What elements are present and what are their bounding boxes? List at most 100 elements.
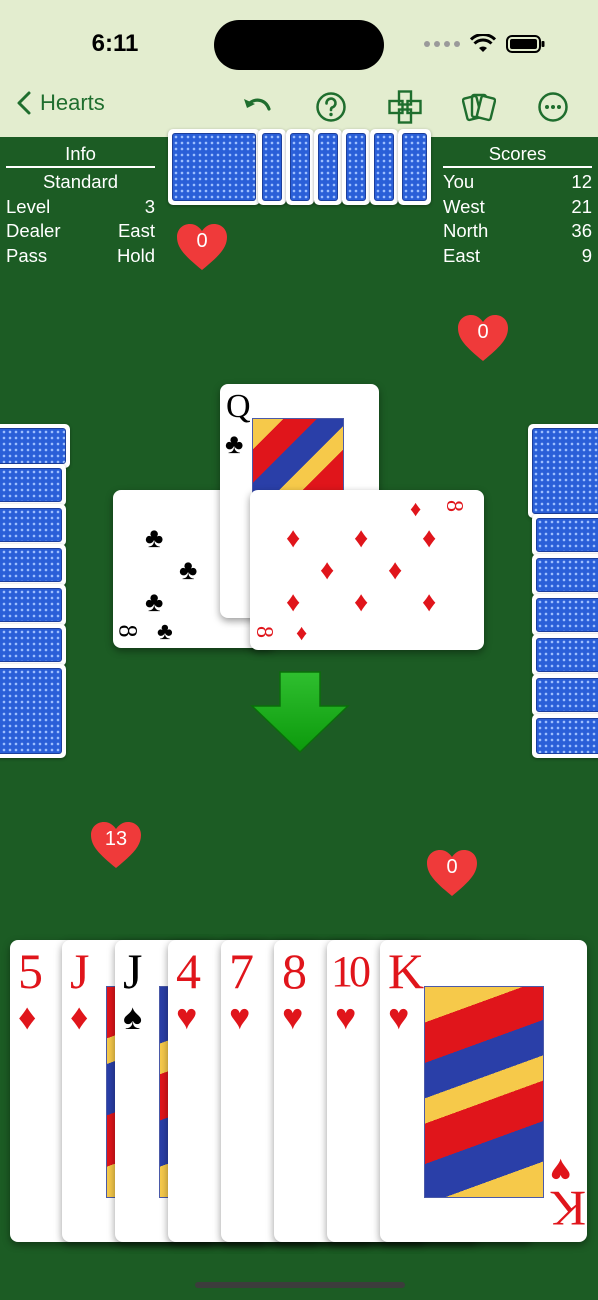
back-label: Hearts: [40, 90, 105, 115]
card-back: [258, 129, 286, 205]
card-rank: 8: [251, 626, 277, 638]
heart-count: 0: [196, 230, 208, 252]
game-mode: Standard: [42, 171, 119, 192]
cards-button[interactable]: [462, 90, 496, 124]
south-heart-counter: 0: [425, 848, 479, 898]
card-suit: ♣: [225, 428, 244, 459]
card-suit: ♦: [70, 996, 89, 1037]
player-score: 12: [571, 171, 592, 193]
east-hand: [528, 424, 598, 758]
info-value: Hold: [116, 244, 155, 266]
card-back: [0, 464, 66, 506]
card-back: [370, 129, 398, 205]
ellipsis-circle-icon: [538, 92, 568, 122]
card-back: [314, 129, 342, 205]
west-heart-counter: 13: [89, 820, 143, 870]
card-back: [0, 624, 66, 666]
heart-count: 0: [446, 856, 458, 878]
king-portrait: [424, 986, 544, 1198]
card-back: [168, 129, 260, 205]
card-rank: K: [388, 943, 425, 999]
player-score: 9: [581, 244, 592, 266]
player-name: East: [443, 244, 481, 266]
card-suit: ♥: [282, 996, 304, 1037]
chevron-left-icon: [17, 91, 31, 115]
info-row-level: Level 3: [6, 195, 155, 220]
heart-count: 0: [477, 321, 489, 343]
player-name: West: [443, 195, 485, 217]
suit-pip: ♣: [145, 522, 164, 553]
home-indicator: [195, 1282, 405, 1288]
heart-count: 13: [104, 828, 128, 850]
score-row-west: West 21: [443, 195, 592, 220]
info-row-dealer: Dealer East: [6, 219, 155, 244]
turn-arrow-icon: [250, 671, 350, 754]
card-suit: ♥: [335, 996, 357, 1037]
info-value: 3: [144, 195, 155, 217]
undo-icon: [244, 98, 271, 111]
card-rank: 8: [282, 943, 307, 999]
navigation-bar: 6:11 Hearts: [0, 0, 598, 137]
trick-card-east: ♦ ♦ ♦ ♦ ♦ ♦ ♦ ♦ 8 ♦ ♦ 8: [250, 490, 484, 650]
more-button[interactable]: [536, 90, 570, 124]
card-suit: ♦: [410, 496, 422, 521]
card-suit: ♦: [296, 620, 308, 645]
player-hand: 5 ♦ J ♦ J ♠ 4 ♥ 7 ♥ 8 ♥ 10 ♥ K ♥ ♥ K: [0, 938, 598, 1244]
queen-portrait: [252, 418, 344, 498]
card-back: [532, 514, 598, 556]
help-button[interactable]: [314, 90, 348, 124]
scores-panel: Scores You 12 West 21 North 36 East 9: [443, 143, 592, 268]
status-time: 6:11: [91, 30, 139, 57]
info-label: Dealer: [6, 220, 61, 242]
scores-header: Scores: [443, 143, 592, 168]
card-back: [0, 544, 66, 586]
card-back: [0, 424, 70, 468]
cross-layout-icon: [388, 90, 422, 124]
card-back: [286, 129, 314, 205]
card-rank: 10: [331, 947, 371, 996]
question-circle-icon: [316, 92, 346, 122]
signal-icon: [424, 41, 460, 47]
card-suit: ♣: [157, 618, 173, 645]
battery-icon: [506, 35, 545, 53]
card-suit: ♠: [123, 996, 143, 1037]
player-name: North: [443, 220, 489, 242]
card-back: [398, 129, 431, 205]
cards-icon: [462, 93, 496, 122]
card-rank: 4: [176, 943, 201, 999]
player-name: You: [443, 171, 475, 193]
card-suit: ♥: [388, 996, 410, 1037]
suit-pip: ♣: [145, 586, 164, 617]
card-back: [0, 504, 66, 546]
card-back: [0, 664, 66, 758]
card-suit: ♥: [229, 996, 251, 1037]
card-back: [532, 674, 598, 716]
card-rank: 7: [229, 943, 254, 999]
undo-button[interactable]: [240, 90, 274, 124]
player-score: 36: [571, 220, 592, 242]
east-heart-counter: 0: [456, 313, 510, 363]
card-back: [0, 584, 66, 626]
card-rank: 8: [113, 624, 143, 638]
suit-pip: ♣: [179, 554, 198, 585]
dynamic-island: [214, 20, 384, 70]
score-row-you: You 12: [443, 170, 592, 195]
card-rank: Q: [226, 388, 251, 425]
info-row-pass: Pass Hold: [6, 244, 155, 269]
card-suit: ♦: [18, 996, 37, 1037]
card-rank: 8: [441, 500, 467, 512]
hand-card[interactable]: K ♥ ♥ K: [380, 940, 587, 1242]
layout-button[interactable]: [388, 90, 422, 124]
card-back: [532, 594, 598, 636]
score-row-east: East 9: [443, 244, 592, 269]
back-button[interactable]: Hearts: [16, 90, 105, 116]
card-rank: J: [70, 943, 90, 999]
card-back: [532, 634, 598, 676]
info-label: Pass: [6, 244, 48, 266]
card-back: [532, 714, 598, 758]
wifi-icon: [470, 34, 496, 52]
info-header: Info: [6, 143, 155, 168]
info-panel: Info Standard Level 3 Dealer East Pass H…: [6, 143, 155, 268]
card-back: [342, 129, 370, 205]
status-icons: [424, 34, 546, 54]
